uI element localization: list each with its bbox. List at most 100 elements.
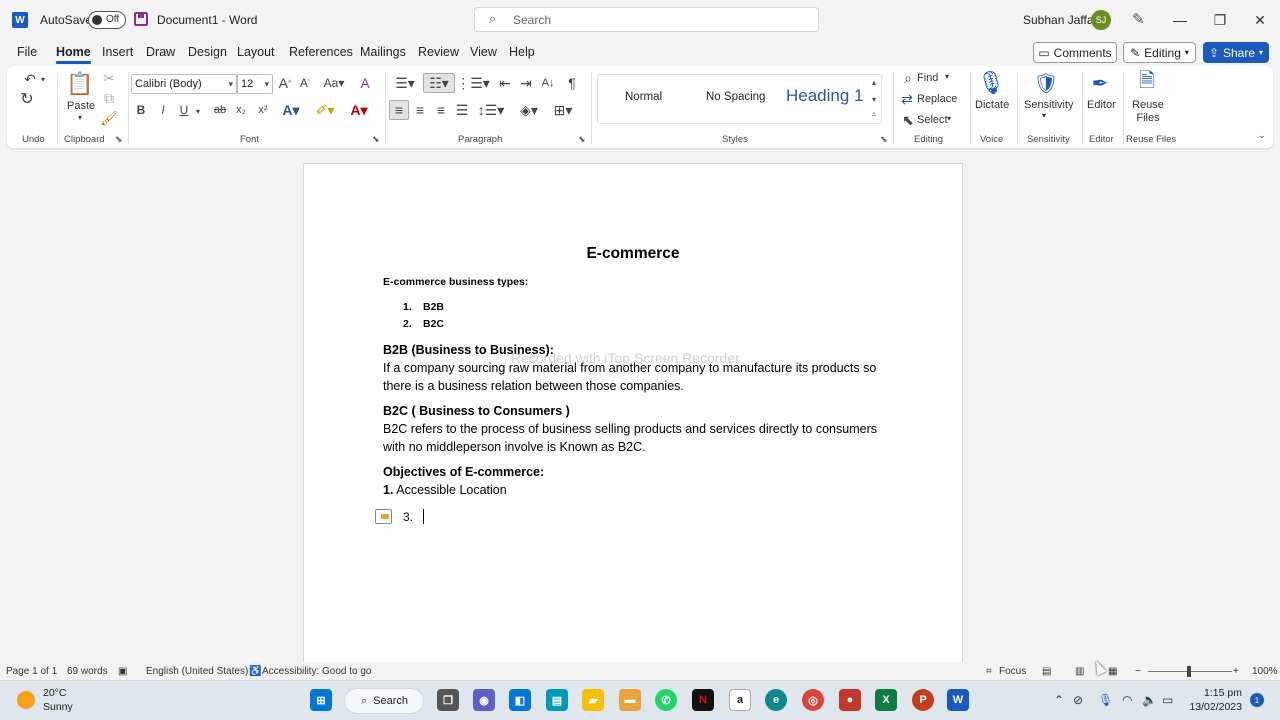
superscript-icon[interactable]: x² bbox=[255, 102, 271, 118]
chevron-down-icon[interactable]: ▾ bbox=[945, 72, 949, 81]
paragraph-launcher-icon[interactable]: ⬊ bbox=[578, 134, 586, 145]
user-name[interactable]: Subhan Jaffar bbox=[1023, 13, 1098, 27]
chevron-down-icon[interactable]: ▾ bbox=[947, 114, 951, 123]
accessibility-icon[interactable]: ♿ bbox=[249, 666, 261, 677]
avatar[interactable]: SJ bbox=[1091, 10, 1111, 30]
notification-badge[interactable]: 1 bbox=[1250, 693, 1264, 707]
undo-dropdown-icon[interactable]: ▾ bbox=[39, 72, 47, 86]
zoom-level[interactable]: 100% bbox=[1252, 666, 1278, 677]
store-icon[interactable]: ◧ bbox=[509, 689, 531, 711]
search-input[interactable]: ⌕ Search bbox=[474, 7, 819, 32]
restore-button[interactable]: ❐ bbox=[1206, 8, 1234, 32]
shrink-font-icon[interactable]: Aˇ bbox=[297, 75, 313, 91]
redo-icon[interactable]: ↻ bbox=[17, 90, 37, 108]
style-heading-1[interactable]: Heading 1 bbox=[786, 86, 864, 106]
strikethrough-icon[interactable]: ab bbox=[211, 102, 229, 118]
tab-references[interactable]: References bbox=[289, 45, 353, 59]
sticky-notes-icon[interactable]: ▰ bbox=[582, 689, 604, 711]
find-label[interactable]: Find bbox=[917, 72, 938, 84]
show-formatting-icon[interactable]: ¶ bbox=[564, 75, 580, 91]
multilevel-list-icon[interactable]: ⋮☰▾ bbox=[456, 75, 490, 91]
decrease-indent-icon[interactable]: ⇤ bbox=[497, 75, 513, 91]
clear-formatting-icon[interactable]: A bbox=[357, 75, 373, 91]
sensitivity-label[interactable]: Sensitivity bbox=[1024, 99, 1074, 111]
designer-pen-icon[interactable]: ✎ bbox=[1132, 10, 1145, 28]
align-center-icon[interactable]: ≡ bbox=[412, 102, 428, 118]
start-icon[interactable]: ⊞ bbox=[310, 689, 332, 711]
increase-indent-icon[interactable]: ⇥ bbox=[518, 75, 534, 91]
print-layout-icon[interactable]: ▥ bbox=[1075, 666, 1084, 677]
numbering-icon[interactable]: ☷▾ bbox=[423, 73, 455, 93]
tab-draw[interactable]: Draw bbox=[146, 45, 175, 59]
paste-label[interactable]: Paste bbox=[67, 100, 95, 112]
tab-layout[interactable]: Layout bbox=[237, 45, 275, 59]
collapse-ribbon-icon[interactable]: ⌄ bbox=[1256, 128, 1268, 142]
underline-icon[interactable]: U bbox=[176, 102, 192, 118]
underline-dropdown-icon[interactable]: ▾ bbox=[193, 104, 203, 118]
borders-icon[interactable]: ⊞▾ bbox=[549, 102, 577, 118]
weather-condition[interactable]: Sunny bbox=[43, 701, 73, 713]
network-disabled-icon[interactable]: ⊘ bbox=[1073, 693, 1083, 707]
focus-label[interactable]: Focus bbox=[999, 666, 1026, 677]
editor-icon[interactable]: ✒ bbox=[1088, 68, 1112, 98]
clipboard-launcher-icon[interactable]: ⬊ bbox=[115, 134, 123, 145]
paste-icon[interactable]: 📋 bbox=[66, 70, 93, 98]
tab-review[interactable]: Review bbox=[418, 45, 459, 59]
file-explorer-icon[interactable]: ▬ bbox=[619, 689, 641, 711]
excel-icon[interactable]: X bbox=[875, 689, 897, 711]
select-label[interactable]: Select bbox=[917, 114, 948, 126]
styles-scroll-down-icon[interactable]: ▾ bbox=[868, 92, 880, 106]
shading-icon[interactable]: ◈▾ bbox=[515, 102, 543, 118]
font-launcher-icon[interactable]: ⬊ bbox=[372, 134, 380, 145]
wifi-icon[interactable]: ◠ bbox=[1122, 693, 1132, 707]
chrome-icon[interactable]: ◎ bbox=[802, 689, 824, 711]
editing-mode-button[interactable]: ✎ Editing ▾ bbox=[1123, 42, 1196, 63]
replace-icon[interactable]: ⇄ bbox=[899, 91, 915, 107]
tab-home[interactable]: Home bbox=[56, 45, 91, 64]
format-painter-icon[interactable]: 🖌 bbox=[100, 110, 118, 126]
powerpoint-icon[interactable]: P bbox=[912, 689, 934, 711]
word-count[interactable]: 69 words bbox=[67, 666, 108, 677]
change-case-icon[interactable]: Aa▾ bbox=[322, 75, 346, 91]
font-name-field[interactable]: Calibri (Body) ▾ bbox=[131, 74, 237, 94]
font-size-field[interactable]: 12 ▾ bbox=[237, 74, 273, 94]
undo-icon[interactable]: ↶ bbox=[20, 70, 40, 88]
minimize-button[interactable]: — bbox=[1166, 8, 1194, 32]
zoom-in-icon[interactable]: + bbox=[1233, 666, 1239, 677]
find-icon[interactable]: ⌕ bbox=[901, 70, 915, 86]
read-mode-icon[interactable]: ▤ bbox=[1042, 666, 1051, 677]
reuse-files-label[interactable]: Reuse Files bbox=[1127, 99, 1169, 125]
select-icon[interactable]: ⬉ bbox=[901, 112, 915, 128]
share-button[interactable]: ⇪ Share ▾ bbox=[1203, 42, 1269, 63]
netflix-icon[interactable]: N bbox=[692, 689, 714, 711]
save-icon[interactable] bbox=[134, 12, 148, 26]
proofing-icon[interactable]: ▣ bbox=[118, 666, 127, 677]
language[interactable]: English (United States) bbox=[146, 666, 248, 677]
task-view-icon[interactable]: ❐ bbox=[437, 689, 459, 711]
chevron-down-icon[interactable]: ▾ bbox=[1042, 111, 1046, 120]
zoom-out-icon[interactable]: − bbox=[1135, 666, 1141, 677]
weather-temperature[interactable]: 20°C bbox=[43, 687, 66, 699]
comments-button[interactable]: ▭ Comments bbox=[1033, 42, 1117, 63]
styles-scroll-up-icon[interactable]: ▴ bbox=[868, 75, 880, 89]
align-left-icon[interactable]: ≡ bbox=[389, 100, 409, 120]
tab-view[interactable]: View bbox=[470, 45, 497, 59]
document-page[interactable]: E-commerce E-commerce business types: 1.… bbox=[303, 163, 963, 663]
font-color-icon[interactable]: A▾ bbox=[345, 102, 373, 118]
microphone-icon[interactable]: 🎙 bbox=[977, 68, 1005, 98]
word-app-icon[interactable]: W bbox=[947, 689, 969, 711]
edge-icon[interactable]: e bbox=[765, 689, 787, 711]
paste-dropdown-icon[interactable]: ▾ bbox=[75, 112, 85, 122]
teams-icon[interactable]: ◉ bbox=[473, 689, 495, 711]
tab-file[interactable]: File bbox=[17, 45, 37, 59]
editor-label[interactable]: Editor bbox=[1087, 99, 1116, 111]
style-normal[interactable]: Normal bbox=[625, 91, 662, 103]
tab-mailings[interactable]: Mailings bbox=[360, 45, 406, 59]
styles-more-icon[interactable]: ⩡ bbox=[868, 108, 880, 122]
reuse-files-icon[interactable]: 🗎 bbox=[1135, 68, 1159, 98]
microphone-tray-icon[interactable]: 🎙 bbox=[1098, 693, 1113, 707]
align-right-icon[interactable]: ≡ bbox=[433, 102, 449, 118]
justify-icon[interactable]: ☰ bbox=[454, 102, 470, 118]
focus-icon[interactable]: ⌗ bbox=[986, 666, 992, 677]
sun-icon[interactable] bbox=[17, 691, 35, 709]
